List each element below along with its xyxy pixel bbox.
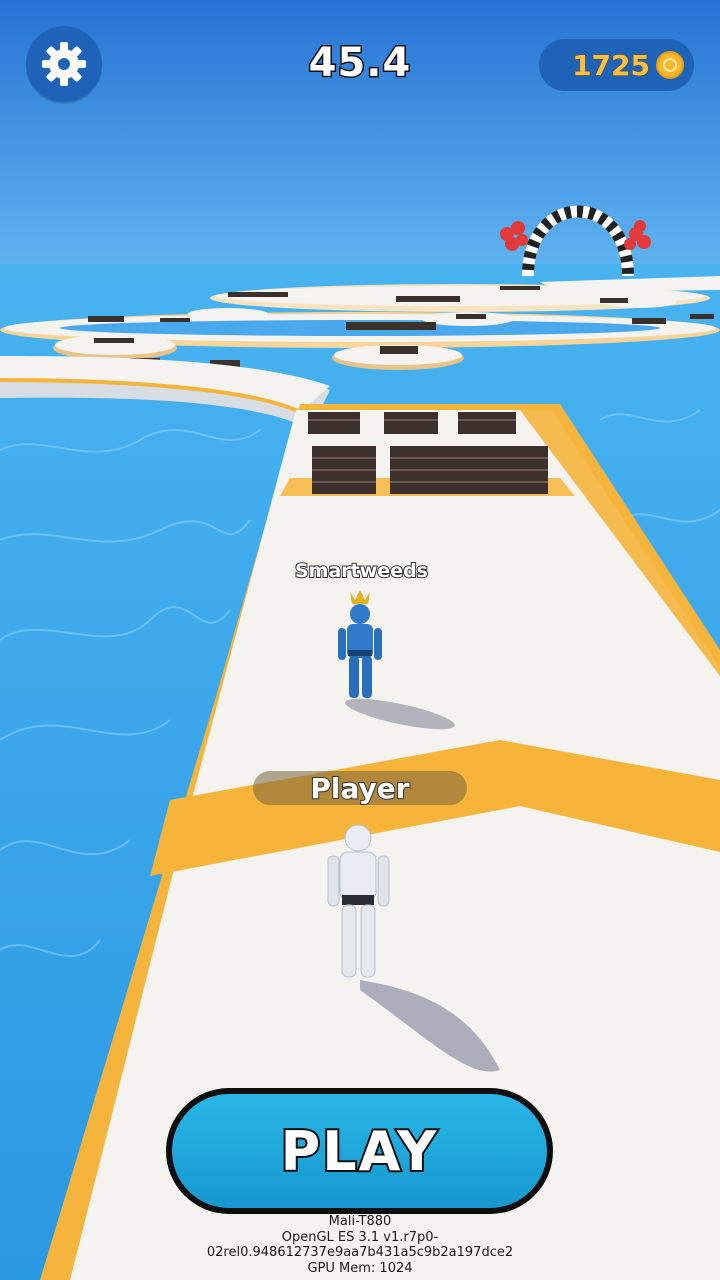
- timer: 45.4: [307, 39, 412, 88]
- settings-button[interactable]: [26, 26, 102, 102]
- coin-icon: [656, 51, 684, 79]
- coin-counter: 1725: [539, 39, 694, 91]
- brick-stacks: [308, 412, 548, 494]
- debug-gpu-mem: GPU Mem: 1024: [307, 1260, 413, 1276]
- debug-info: Mali-T880 OpenGL ES 3.1 v1.r7p0- 02rel0.…: [0, 1214, 720, 1276]
- debug-build: 02rel0.948612737e9aa7b431a5c9b2a197dce2: [206, 1245, 514, 1260]
- debug-gl-version: OpenGL ES 3.1 v1.r7p0-: [281, 1229, 439, 1245]
- play-button-face[interactable]: PLAY: [172, 1094, 547, 1208]
- coin-count: 1725: [572, 48, 651, 82]
- rival-name-tag: Smartweeds: [294, 559, 429, 583]
- play-button[interactable]: PLAY: [166, 1088, 553, 1214]
- debug-gpu: Mali-T880: [328, 1214, 392, 1229]
- player-name: Player: [309, 771, 410, 806]
- gear-icon: [42, 42, 86, 86]
- play-button-label: PLAY: [279, 1118, 439, 1185]
- player-name-tag: Player: [253, 771, 467, 806]
